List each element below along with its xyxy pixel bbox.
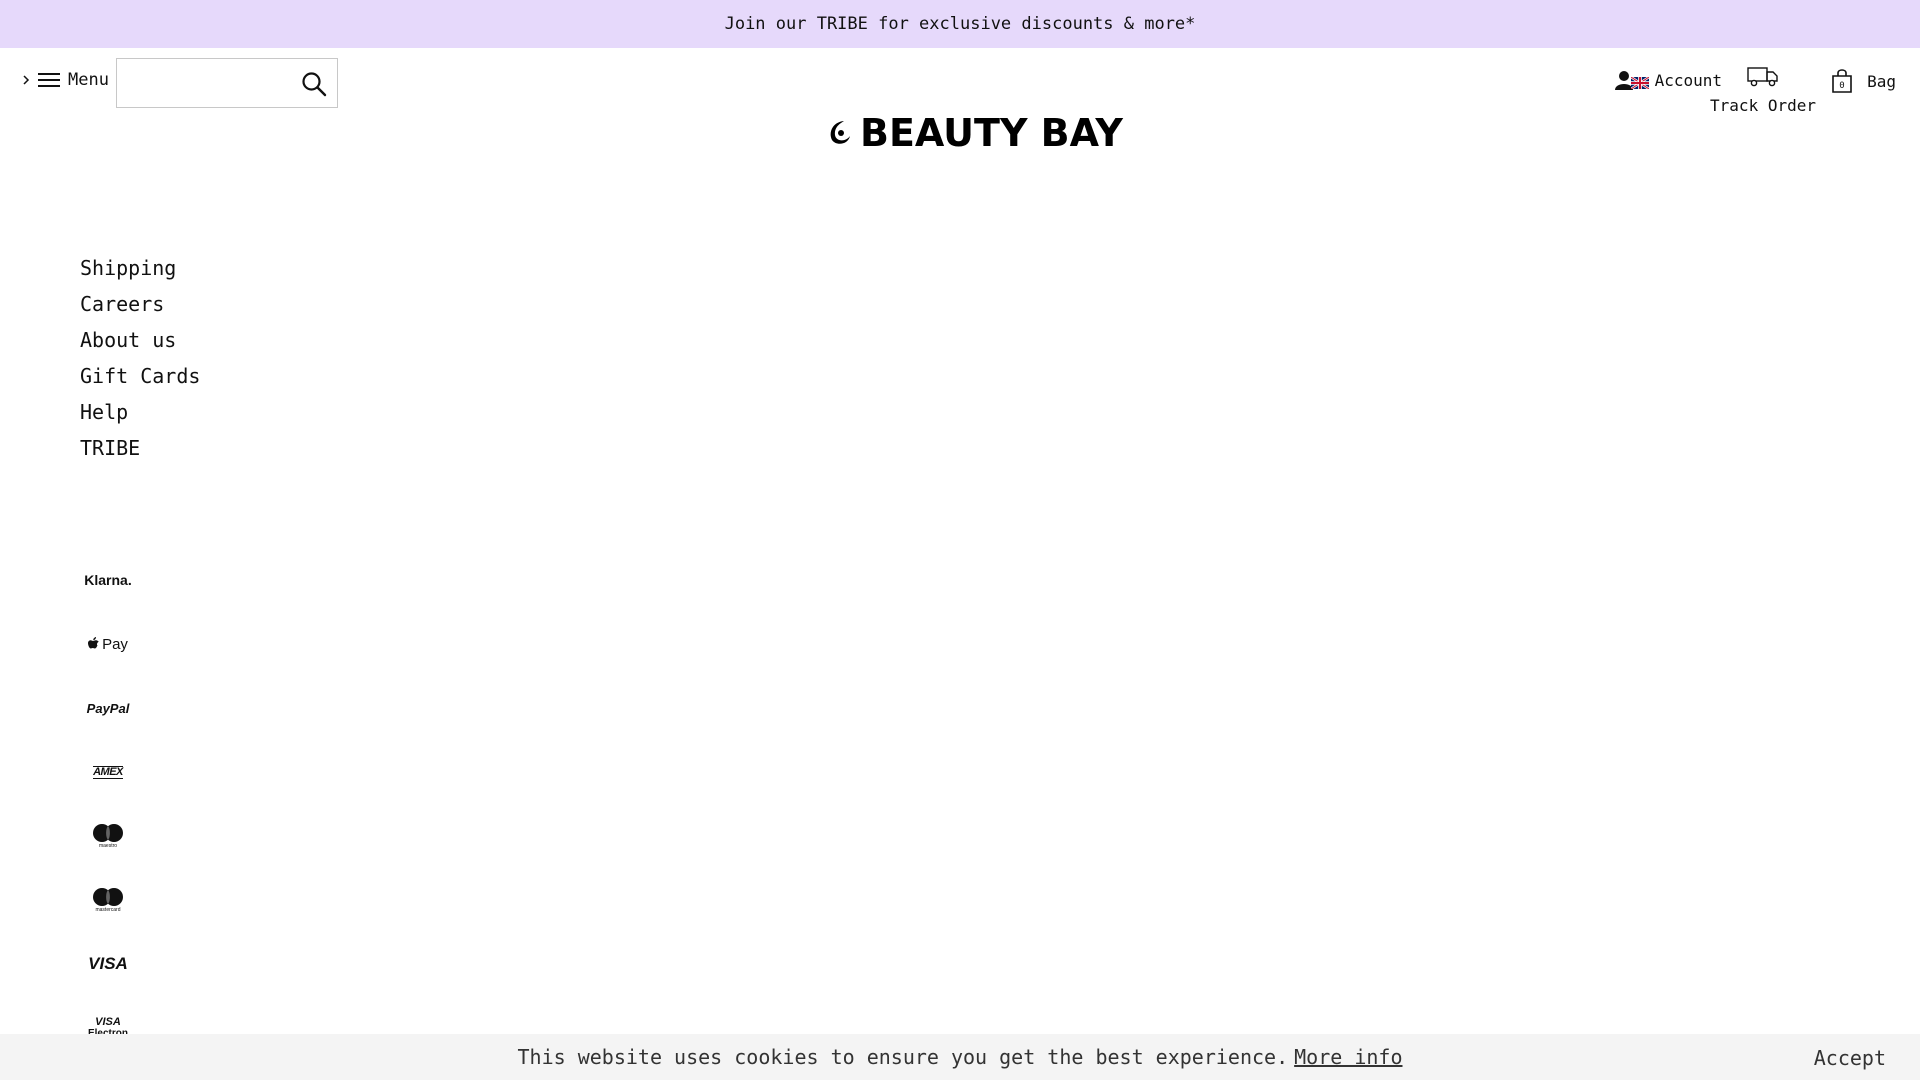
promo-banner[interactable]: Join our TRIBE for exclusive discounts &… [0,0,1920,48]
bag-count: 0 [1839,81,1844,91]
paypal-text: PayPal [86,700,130,716]
klarna-logo: Klarna. [78,548,138,612]
maestro-icon [93,824,123,842]
mastercard-text: mastercard [95,907,121,913]
logo-mark-icon [830,121,850,144]
account-link[interactable]: Account [1614,70,1722,90]
footer-link-tribe[interactable]: TRIBE [80,430,200,466]
search-icon[interactable] [301,71,327,97]
footer-links: Shipping Careers About us Gift Cards Hel… [80,250,200,466]
menu-button[interactable]: Menu [22,70,109,90]
promo-text[interactable]: Join our TRIBE for exclusive discounts &… [725,14,1196,34]
maestro-logo: maestro [78,804,138,868]
beauty-bay-logo[interactable]: BEAUTY BAY [824,114,1123,152]
visa-logo: VISA [78,932,138,996]
footer-link-about-us[interactable]: About us [80,322,200,358]
klarna-text: Klarna. [84,572,132,588]
footer-link-careers[interactable]: Careers [80,286,200,322]
amex-text: AMEX [93,765,123,779]
mastercard-logo: mastercard [78,868,138,932]
footer-link-gift-cards[interactable]: Gift Cards [80,358,200,394]
footer-link-help[interactable]: Help [80,394,200,430]
visa-electron-visa-text: VISA [95,1016,121,1028]
menu-label: Menu [68,70,109,90]
search-input[interactable] [123,65,297,103]
search-box[interactable] [116,58,338,108]
bag-link[interactable]: 0 Bag [1829,68,1896,94]
chevron-right-icon [23,75,30,85]
cookie-banner: This website uses cookies to ensure you … [0,1034,1920,1080]
header-actions: Account Track Order 0 Bag [1320,66,1920,146]
mastercard-icon [93,888,123,906]
uk-flag-icon [1630,77,1649,89]
track-order-link[interactable]: Track Order [1710,66,1816,115]
cookie-message: This website uses cookies to ensure you … [517,1045,1289,1069]
bag-label: Bag [1867,71,1896,91]
visa-text: VISA [88,954,128,973]
hamburger-icon [38,73,60,87]
payment-methods: Klarna. Pay PayPal AMEX maestro masterca… [78,548,138,1060]
maestro-text: maestro [98,843,118,849]
amex-logo: AMEX [78,740,138,804]
apple-pay-text: Pay [102,635,128,653]
cookie-accept-button[interactable]: Accept [1814,1046,1886,1070]
paypal-logo: PayPal [78,676,138,740]
shopping-bag-icon: 0 [1832,69,1852,93]
footer-link-shipping[interactable]: Shipping [80,250,200,286]
site-header: Menu BEAUTY BAY Account Track Order 0 Ba… [0,48,1920,188]
apple-icon [88,637,99,649]
delivery-truck-icon [1747,67,1778,87]
apple-pay-logo: Pay [78,612,138,676]
logo-text: BEAUTY BAY [860,111,1123,155]
track-order-label: Track Order [1710,96,1816,115]
more-info-link[interactable]: More info [1294,1045,1402,1069]
